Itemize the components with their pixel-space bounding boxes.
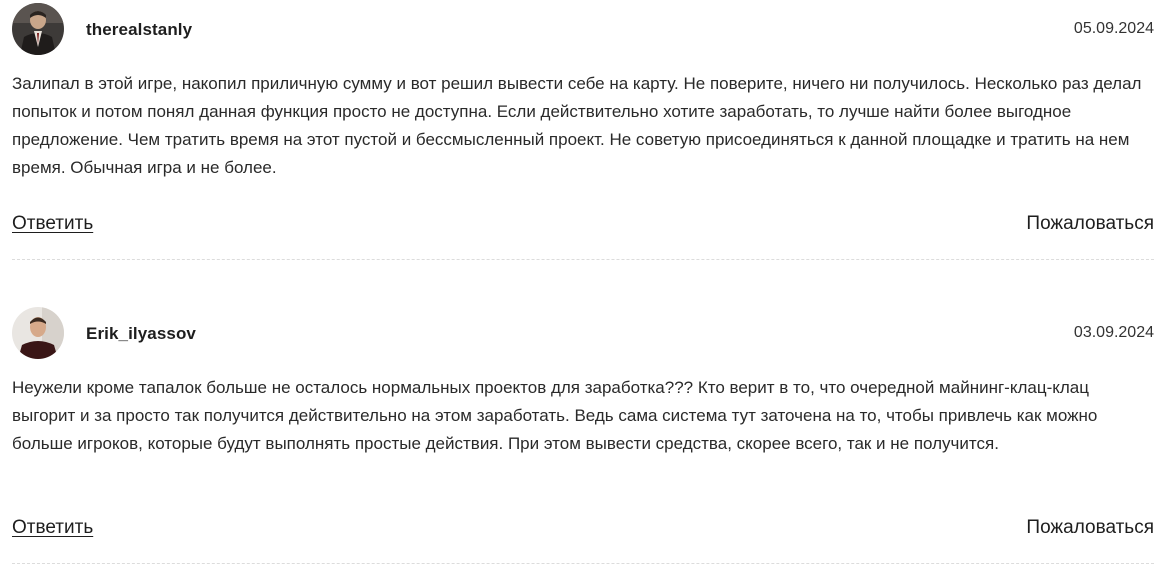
comment-header: Erik_ilyassov 03.09.2024 bbox=[12, 307, 1154, 361]
comment-item: Erik_ilyassov 03.09.2024 Неужели кроме т… bbox=[12, 307, 1154, 564]
avatar[interactable] bbox=[12, 3, 64, 55]
username[interactable]: therealstanly bbox=[86, 20, 192, 40]
divider bbox=[12, 259, 1154, 260]
comment-date: 05.09.2024 bbox=[1073, 20, 1154, 37]
report-button[interactable]: Пожаловаться bbox=[1026, 517, 1154, 539]
comment-actions: Ответить Пожаловаться bbox=[12, 517, 1154, 545]
reply-button[interactable]: Ответить bbox=[12, 213, 93, 235]
username[interactable]: Erik_ilyassov bbox=[86, 324, 196, 344]
divider bbox=[12, 563, 1154, 564]
comment-date: 03.09.2024 bbox=[1073, 324, 1154, 341]
reply-button[interactable]: Ответить bbox=[12, 517, 93, 539]
report-button[interactable]: Пожаловаться bbox=[1026, 213, 1154, 235]
user-photo-suit-icon bbox=[12, 3, 64, 55]
comment-text: Неужели кроме тапалок больше не осталось… bbox=[12, 378, 1098, 453]
user-photo-casual-icon bbox=[12, 307, 64, 359]
avatar[interactable] bbox=[12, 307, 64, 359]
comment-text: Залипал в этой игре, накопил приличную с… bbox=[12, 74, 1142, 177]
comment-actions: Ответить Пожаловаться bbox=[12, 213, 1154, 241]
comment-header: therealstanly 05.09.2024 bbox=[12, 3, 1154, 57]
comment-item: therealstanly 05.09.2024 Залипал в этой … bbox=[12, 3, 1154, 260]
